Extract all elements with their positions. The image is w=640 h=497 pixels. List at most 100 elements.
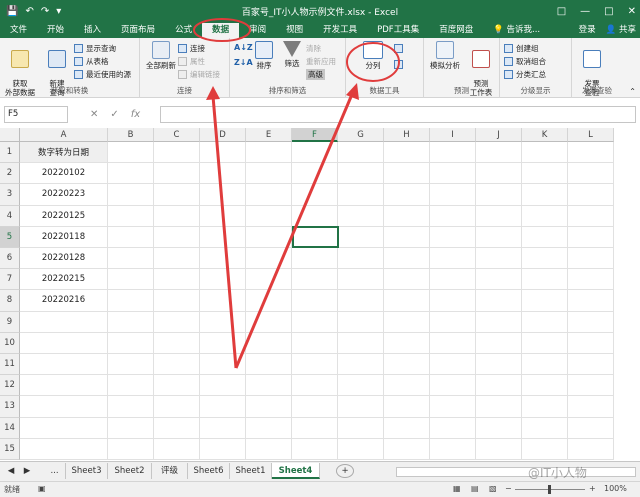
cell[interactable] — [20, 438, 108, 460]
cell[interactable] — [338, 248, 384, 270]
prev-sheet-icon[interactable]: ◀ — [4, 463, 18, 479]
cell[interactable] — [154, 332, 200, 354]
tab-home[interactable]: 开始 — [37, 23, 74, 38]
row-header[interactable]: 14 — [0, 417, 20, 439]
tell-me-box[interactable]: 💡 告诉我... — [483, 23, 550, 38]
cell[interactable] — [384, 290, 430, 312]
cell[interactable] — [246, 311, 292, 333]
cell[interactable] — [430, 354, 476, 376]
cell[interactable] — [430, 375, 476, 397]
column-header[interactable]: K — [522, 128, 568, 142]
cell[interactable] — [200, 375, 246, 397]
cell[interactable] — [292, 184, 338, 206]
cell[interactable] — [154, 226, 200, 248]
row-header[interactable]: 4 — [0, 205, 20, 227]
enter-icon[interactable]: ✓ — [110, 109, 118, 120]
row-header[interactable]: 5 — [0, 226, 20, 248]
row-header[interactable]: 15 — [0, 438, 20, 460]
cell[interactable] — [522, 375, 568, 397]
cell[interactable] — [430, 248, 476, 270]
cell[interactable] — [108, 290, 154, 312]
worksheet-grid[interactable]: ABCDEFGHIJKL 1 2 3 4 5 6 7 8 9 10 11 12 13 14 15 数字转为日… — [0, 128, 640, 461]
macro-record-icon[interactable]: ▣ — [38, 484, 46, 493]
tab-review[interactable]: 审阅 — [239, 23, 276, 38]
sheet-tab-more[interactable]: ... — [44, 463, 66, 479]
cell[interactable] — [246, 375, 292, 397]
fx-icon[interactable]: fx — [131, 109, 140, 120]
cell[interactable] — [154, 205, 200, 227]
cell[interactable] — [200, 396, 246, 418]
cell[interactable] — [246, 332, 292, 354]
cell[interactable] — [430, 205, 476, 227]
cell[interactable] — [200, 438, 246, 460]
cell[interactable] — [108, 311, 154, 333]
cell[interactable] — [522, 290, 568, 312]
cell[interactable] — [154, 311, 200, 333]
cell[interactable] — [430, 269, 476, 291]
cell[interactable] — [522, 354, 568, 376]
sheet-tab-sheet3[interactable]: Sheet3 — [66, 463, 108, 479]
close-icon[interactable]: ✕ — [628, 6, 636, 17]
cell[interactable] — [430, 226, 476, 248]
cell[interactable] — [108, 375, 154, 397]
cell[interactable] — [384, 396, 430, 418]
cell[interactable] — [476, 417, 522, 439]
cell[interactable] — [568, 375, 614, 397]
cell[interactable] — [384, 311, 430, 333]
cell[interactable] — [108, 354, 154, 376]
tab-formulas[interactable]: 公式 — [165, 23, 202, 38]
cell[interactable] — [108, 269, 154, 291]
cell[interactable]: 20220223 — [20, 184, 108, 206]
column-header[interactable]: F — [292, 128, 338, 142]
customize-qat-icon[interactable]: ▾ — [56, 6, 61, 17]
cell[interactable]: 数字转为日期 — [20, 142, 108, 164]
filter-button[interactable]: 筛选 — [280, 41, 304, 68]
cell[interactable] — [292, 163, 338, 185]
tab-pdf-tools[interactable]: PDF工具集 — [367, 23, 429, 38]
cell[interactable] — [384, 354, 430, 376]
cell[interactable] — [108, 417, 154, 439]
row-header[interactable]: 8 — [0, 290, 20, 312]
cell[interactable] — [522, 269, 568, 291]
cell[interactable] — [246, 396, 292, 418]
cell[interactable] — [430, 417, 476, 439]
cell[interactable] — [20, 375, 108, 397]
next-sheet-icon[interactable]: ▶ — [20, 463, 34, 479]
cell[interactable] — [338, 438, 384, 460]
row-header[interactable]: 7 — [0, 269, 20, 291]
data-validation-icon[interactable] — [394, 60, 403, 69]
cell[interactable] — [522, 332, 568, 354]
cell[interactable] — [20, 354, 108, 376]
zoom-level[interactable]: 100% — [604, 484, 627, 493]
cell[interactable] — [246, 142, 292, 164]
normal-view-icon[interactable]: ▦ — [453, 484, 461, 493]
cell[interactable] — [430, 184, 476, 206]
connections-button[interactable]: 连接 — [178, 43, 205, 54]
cell[interactable] — [430, 290, 476, 312]
select-all-corner[interactable] — [0, 128, 20, 142]
cell[interactable] — [476, 311, 522, 333]
cell[interactable] — [338, 184, 384, 206]
minimize-icon[interactable]: — — [580, 6, 590, 17]
cell[interactable] — [292, 269, 338, 291]
cell[interactable] — [522, 184, 568, 206]
sheet-tab-rating[interactable]: 评级 — [152, 463, 188, 479]
cell[interactable]: 20220102 — [20, 163, 108, 185]
cell[interactable] — [384, 163, 430, 185]
cell[interactable]: 20220125 — [20, 205, 108, 227]
cell[interactable] — [154, 396, 200, 418]
column-header[interactable]: E — [246, 128, 292, 142]
cell[interactable] — [568, 269, 614, 291]
row-header[interactable]: 1 — [0, 142, 20, 164]
cell[interactable] — [200, 332, 246, 354]
cell[interactable] — [200, 417, 246, 439]
tab-page-layout[interactable]: 页面布局 — [111, 23, 165, 38]
cell[interactable] — [200, 205, 246, 227]
share-button[interactable]: 👤 共享 — [606, 22, 636, 38]
sheet-tab-sheet1[interactable]: Sheet1 — [230, 463, 272, 479]
subtotal-button[interactable]: 分类汇总 — [504, 69, 546, 80]
sort-ascending-icon[interactable]: A↓Z — [234, 43, 253, 52]
zoom-slider-thumb[interactable] — [548, 485, 551, 494]
column-header[interactable]: I — [430, 128, 476, 142]
cell[interactable] — [522, 438, 568, 460]
